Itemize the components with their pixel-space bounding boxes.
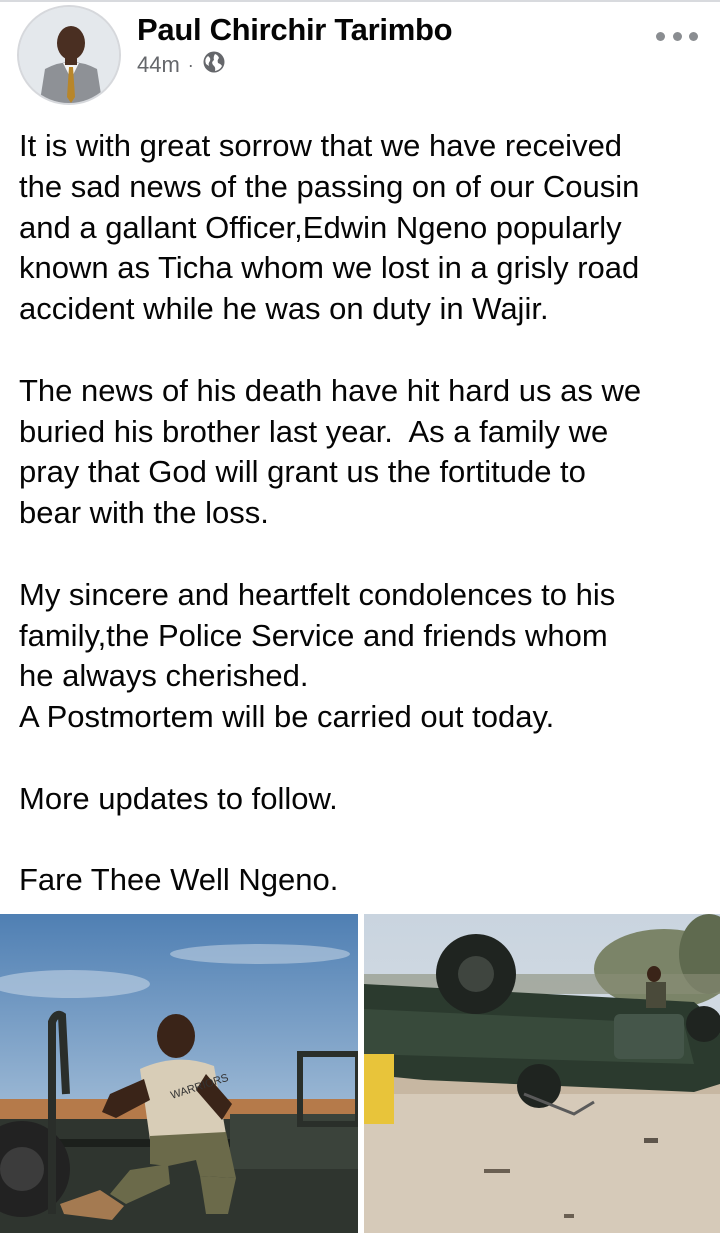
globe-icon[interactable] [202,50,226,80]
author-name[interactable]: Paul Chirchir Tarimbo [137,12,453,48]
post-paragraph: It is with great sorrow that we have rec… [19,128,640,327]
meta-separator: · [187,55,194,75]
post-header: Paul Chirchir Tarimbo 44m · [0,0,720,112]
post-paragraph: More updates to follow. [19,780,338,816]
post-paragraph: My sincere and heartfelt condolences to … [19,576,616,735]
post-text: It is with great sorrow that we have rec… [19,126,709,901]
post-photo-accident[interactable] [364,914,720,1233]
post-time[interactable]: 44m [137,52,180,78]
post-photo-officer[interactable]: WARRIORS [0,914,358,1233]
avatar[interactable] [17,5,121,105]
facebook-post: Paul Chirchir Tarimbo 44m · It is with g… [0,0,720,1233]
avatar-image [19,7,119,103]
post-paragraph: Fare Thee Well Ngeno. [19,862,339,898]
post-paragraph: The news of his death have hit hard us a… [19,372,642,531]
post-meta: 44m · [137,50,226,80]
more-options-icon[interactable] [656,22,698,50]
